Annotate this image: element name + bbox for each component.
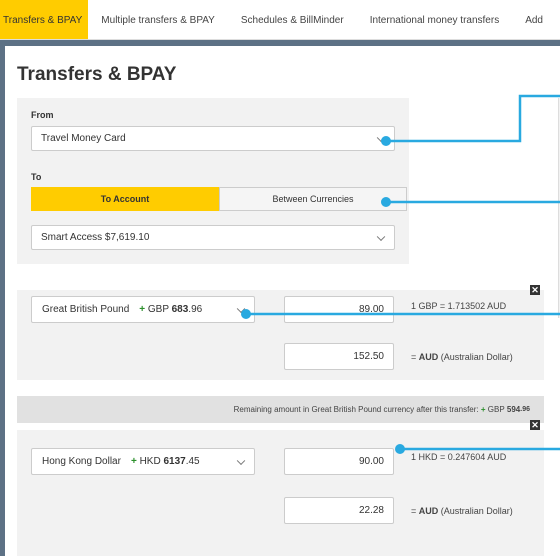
from-label: From [31,110,54,120]
aud-label: = AUD (Australian Dollar) [411,352,513,362]
chevron-down-icon [236,456,246,465]
from-account-select[interactable]: Travel Money Card [31,126,395,151]
currency-select[interactable]: Hong Kong Dollar + HKD 6137.45 [31,448,255,475]
from-account-value: Travel Money Card [41,133,126,144]
from-to-panel: From Travel Money Card To To Account Bet… [17,98,409,264]
currency-name: Great British Pound [42,304,130,315]
aud-label: = AUD (Australian Dollar) [411,506,513,516]
foreign-amount-input[interactable]: 89.00 [284,296,394,323]
top-tab-bar: Transfers & BPAY Multiple transfers & BP… [0,0,560,40]
transfer-page: Transfers & BPAY From Travel Money Card … [5,46,560,556]
to-account-value: Smart Access $7,619.10 [41,232,150,243]
currency-balance: + HKD 6137.45 [130,456,200,467]
tab-add[interactable]: Add [512,0,556,39]
currency-name: Hong Kong Dollar [42,456,121,467]
currency-transfer-row-1: ✕ Great British Pound + GBP 683.96 89.00… [17,285,544,380]
currency-balance: + GBP 683.96 [139,304,203,315]
chevron-down-icon [376,133,386,142]
to-label: To [31,172,42,182]
tab-schedules-billminder[interactable]: Schedules & BillMinder [228,0,357,39]
currency-transfer-row-2: ✕ Hong Kong Dollar + HKD 6137.45 90.00 1… [17,420,544,556]
tab-transfers-bpay[interactable]: Transfers & BPAY [0,0,89,39]
remaining-text: Remaining amount in Great British Pound … [233,405,479,414]
foreign-amount-input[interactable]: 90.00 [284,448,394,475]
currency-select[interactable]: Great British Pound + GBP 683.96 [31,296,255,323]
to-account-select[interactable]: Smart Access $7,619.10 [31,225,395,250]
tab-to-account[interactable]: To Account [31,187,219,211]
aud-amount-input[interactable]: 152.50 [284,343,394,370]
tab-multiple-transfers[interactable]: Multiple transfers & BPAY [88,0,228,39]
close-icon[interactable]: ✕ [530,420,540,430]
page-title: Transfers & BPAY [17,64,177,85]
close-icon[interactable]: ✕ [530,285,540,295]
tab-between-currencies[interactable]: Between Currencies [219,187,407,211]
tab-international-transfers[interactable]: International money transfers [357,0,513,39]
remaining-balance-bar: Remaining amount in Great British Pound … [17,396,544,423]
exchange-rate: 1 HKD = 0.247604 AUD [411,452,507,462]
chevron-down-icon [236,304,246,313]
exchange-rate: 1 GBP = 1.713502 AUD [411,301,507,311]
aud-amount-input[interactable]: 22.28 [284,497,394,524]
chevron-down-icon [376,232,386,241]
